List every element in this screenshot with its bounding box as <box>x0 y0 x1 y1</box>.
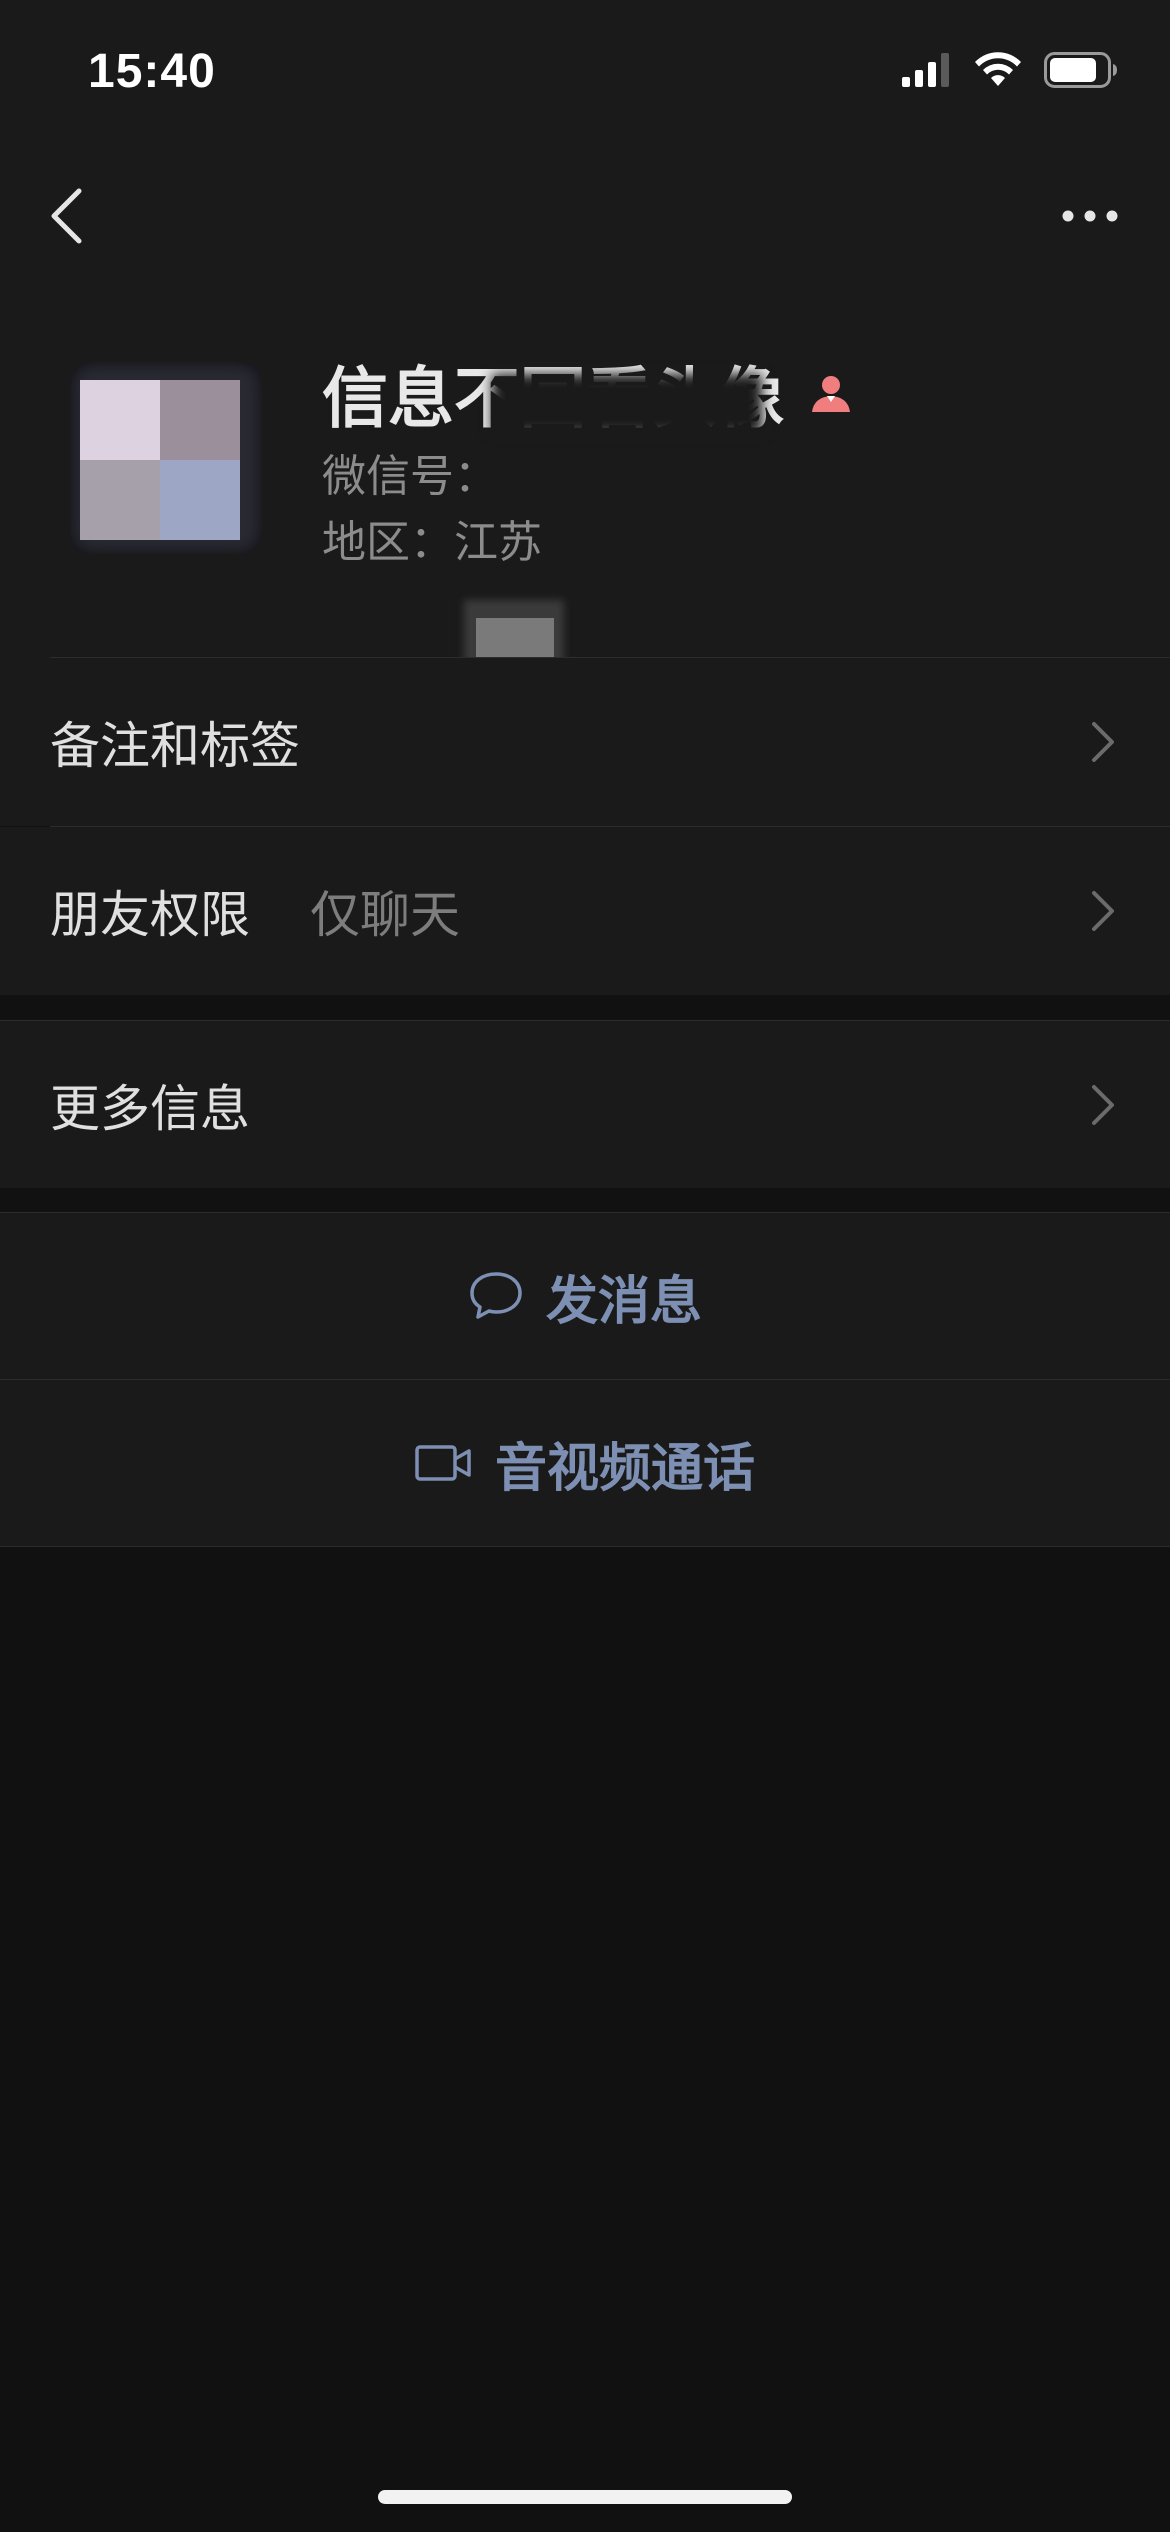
name-redaction <box>492 374 762 434</box>
chevron-right-icon <box>1092 891 1114 931</box>
row-notes-and-tags[interactable]: 备注和标签 <box>0 658 1170 826</box>
row-more-info[interactable]: 更多信息 <box>0 1021 1170 1188</box>
avatar[interactable] <box>70 362 262 554</box>
cellular-signal-icon <box>902 53 949 87</box>
chevron-right-icon <box>1092 722 1114 762</box>
contact-profile-screen: 15:40 微信号： 地区：江苏 备注和标签 朋友权限 仅聊天 更多信息 发消息… <box>0 0 1170 2532</box>
home-indicator[interactable] <box>378 2490 792 2504</box>
chevron-left-icon <box>51 188 82 244</box>
region-line: 地区：江苏 <box>322 517 542 568</box>
profile-header: 信息不回看头像 微信号： 地区：江苏 <box>0 140 1170 720</box>
row-label: 朋友权限 <box>50 886 250 944</box>
battery-icon <box>1044 52 1117 88</box>
female-user-icon <box>812 376 850 412</box>
video-call-label: 音视频通话 <box>494 1438 755 1499</box>
status-time: 15:40 <box>88 45 216 98</box>
row-label: 备注和标签 <box>50 717 300 775</box>
row-value: 仅聊天 <box>310 886 460 944</box>
status-bar: 15:40 <box>0 0 1170 140</box>
video-camera-icon <box>415 1445 471 1481</box>
row-label: 更多信息 <box>50 1079 250 1138</box>
more-options-button[interactable] <box>1050 190 1130 242</box>
back-button[interactable] <box>36 176 96 256</box>
profile-name-row: 信息不回看头像 <box>322 348 854 438</box>
chevron-right-icon <box>1092 1084 1114 1125</box>
video-call-button[interactable]: 音视频通话 <box>0 1380 1170 1546</box>
send-message-label: 发消息 <box>545 1271 702 1332</box>
more-dots-icon <box>1062 210 1118 222</box>
wechat-id-line: 微信号： <box>322 451 498 502</box>
chat-bubble-icon <box>470 1272 522 1319</box>
divider <box>0 1546 1170 1547</box>
status-icons <box>902 52 1118 88</box>
row-friend-permissions[interactable]: 朋友权限 仅聊天 <box>0 827 1170 995</box>
send-message-button[interactable]: 发消息 <box>0 1213 1170 1379</box>
wifi-icon <box>975 52 1021 86</box>
